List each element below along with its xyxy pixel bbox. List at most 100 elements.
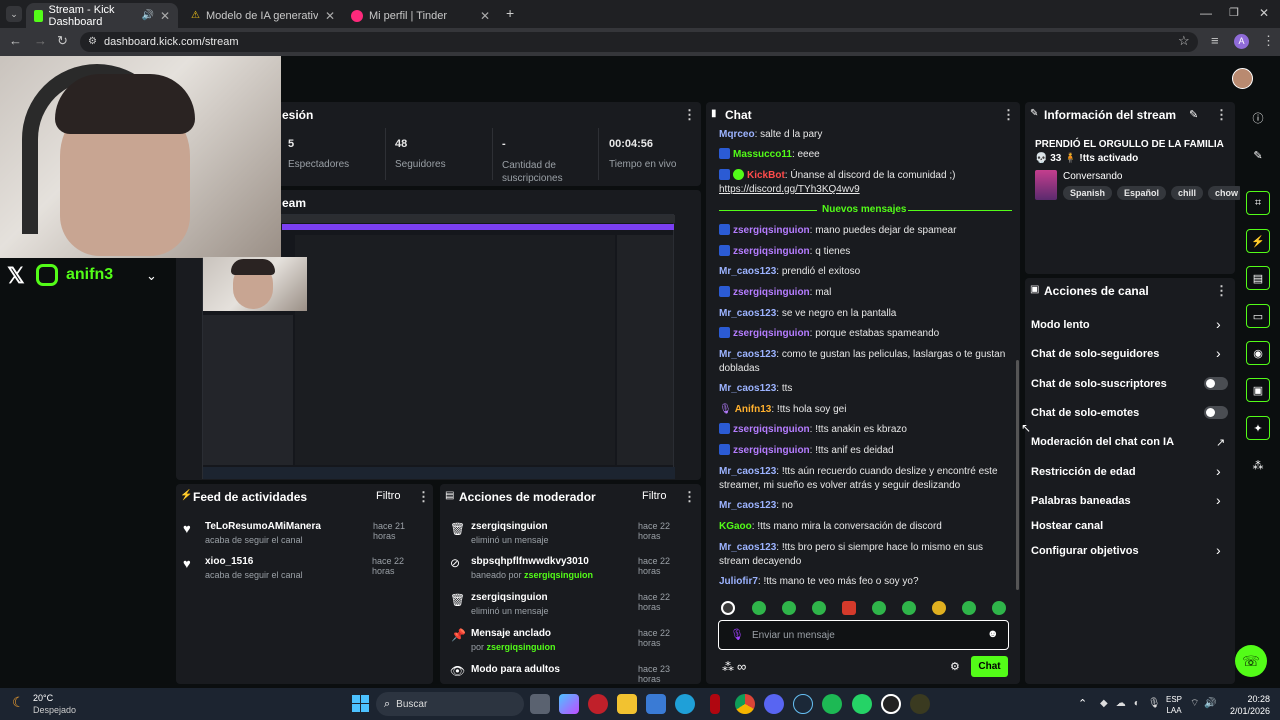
reload-icon[interactable]: ↻ [57, 33, 68, 49]
microphone-icon[interactable]: 🎙 [730, 628, 744, 641]
file-explorer-icon[interactable] [617, 694, 637, 714]
chat-link-text[interactable]: https://discord.gg/TYh3KQ4wv9 [719, 184, 860, 195]
steam-icon[interactable] [793, 694, 813, 714]
tab-tinder[interactable]: Mi perfil | Tinder ✕ [343, 3, 498, 28]
discord-icon[interactable] [764, 694, 784, 714]
menu-icon[interactable]: ⋮ [1262, 33, 1275, 49]
chevron-right-icon[interactable]: › [1216, 492, 1221, 508]
tray-chevron-icon[interactable]: ⌃ [1078, 697, 1087, 710]
action-emotes-only[interactable]: Chat de solo-emotes [1031, 407, 1139, 419]
site-info-icon[interactable]: ⚙ [88, 36, 97, 47]
new-tab-icon[interactable]: + [506, 5, 514, 21]
chat-username[interactable]: Mr_caos123 [719, 266, 776, 277]
chat-username[interactable]: Mr_caos123 [719, 542, 776, 553]
weather-icon[interactable]: ☾ [12, 694, 25, 711]
chat-username[interactable]: zsergiqsinguion [733, 328, 810, 339]
spotify-icon[interactable] [822, 694, 842, 714]
url-input[interactable]: dashboard.kick.com/stream [80, 32, 1198, 52]
whatsapp-icon[interactable] [852, 694, 872, 714]
pencil-icon[interactable]: ✎ [1246, 143, 1270, 167]
support-button[interactable]: ☏ [1235, 645, 1267, 677]
windows-start-icon[interactable] [352, 695, 369, 712]
chat-username[interactable]: Mr_caos123 [719, 383, 776, 394]
chat-username[interactable]: zsergiqsinguion [733, 445, 810, 456]
chat-username[interactable]: KickBot [747, 170, 785, 181]
edit-stream-icon[interactable]: ✎ [1189, 108, 1198, 121]
action-slow-mode[interactable]: Modo lento [1031, 319, 1090, 331]
chevron-down-icon[interactable]: ⌄ [146, 268, 157, 284]
store-icon[interactable] [646, 694, 666, 714]
emote-icon[interactable] [752, 601, 766, 615]
chat-username[interactable]: zsergiqsinguion [733, 287, 810, 298]
language-indicator[interactable]: ESP LAA [1166, 694, 1182, 716]
chevron-right-icon[interactable]: › [1216, 345, 1221, 361]
emote-icon[interactable] [872, 601, 886, 615]
bolt-icon[interactable]: ⚡ [1246, 229, 1270, 253]
chat-username[interactable]: Mr_caos123 [719, 349, 776, 360]
copilot-icon[interactable] [559, 694, 579, 714]
chat-username[interactable]: Anifn13 [735, 404, 772, 415]
forward-icon[interactable]: → [34, 33, 47, 48]
chat-menu-icon[interactable]: ⋮ [1002, 107, 1015, 123]
weather-temp[interactable]: 20°C [33, 693, 53, 703]
tab-gemini[interactable]: ⚠ Modelo de IA generativa de Se ✕ [183, 3, 343, 28]
emote-icon[interactable] [782, 601, 796, 615]
points-icon[interactable]: ⁂ [722, 660, 734, 674]
maximize-icon[interactable]: ❐ [1229, 6, 1239, 19]
stream-info-menu-icon[interactable]: ⋮ [1215, 107, 1228, 123]
emote-icon[interactable] [842, 601, 856, 615]
edge-icon[interactable] [675, 694, 695, 714]
document-icon[interactable]: ▤ [1246, 266, 1270, 290]
app-dark-icon[interactable] [910, 694, 930, 714]
action-followers-only[interactable]: Chat de solo-seguidores [1031, 348, 1159, 360]
bookmark-star-icon[interactable]: ☆ [1178, 33, 1190, 49]
mod-menu-icon[interactable]: ⋮ [683, 489, 696, 505]
scan-icon[interactable]: ⌗ [1246, 191, 1270, 215]
app-red-icon[interactable] [588, 694, 608, 714]
clock[interactable]: 20:28 2/01/2026 [1226, 693, 1270, 717]
chat-username[interactable]: Mr_caos123 [719, 500, 776, 511]
moderation-icon[interactable]: ▣ [1246, 378, 1270, 402]
close-icon[interactable]: ✕ [325, 9, 335, 23]
taskbar-search[interactable]: ⌕ Buscar [376, 692, 524, 716]
feed-filter-button[interactable]: Filtro [376, 490, 400, 502]
broadcast-icon[interactable]: ◉ [1246, 341, 1270, 365]
chrome-icon[interactable] [735, 694, 755, 714]
emote-icon[interactable] [932, 601, 946, 615]
category-label[interactable]: Conversando [1063, 171, 1122, 182]
emote-icon[interactable] [992, 601, 1006, 615]
chevron-right-icon[interactable]: › [1216, 542, 1221, 558]
chat-scrollbar[interactable] [1016, 360, 1019, 590]
tray-icons[interactable]: ◆☁◐🎙 [1100, 698, 1168, 709]
tab-kick-dashboard[interactable]: Stream - Kick Dashboard 🔊 ✕ [26, 3, 178, 28]
mod-filter-button[interactable]: Filtro [642, 490, 666, 502]
emote-icon[interactable] [962, 601, 976, 615]
chat-bubble-icon[interactable]: ▭ [1246, 304, 1270, 328]
netflix-icon[interactable] [710, 694, 720, 714]
tag-pill[interactable]: chill [1171, 186, 1204, 200]
dots-cluster-icon[interactable]: ⁂ [1246, 453, 1270, 477]
tag-pill[interactable]: Español [1117, 186, 1167, 200]
infinity-icon[interactable]: ∞ [737, 659, 746, 674]
action-banned-words[interactable]: Palabras baneadas [1031, 495, 1131, 507]
task-view-icon[interactable] [530, 694, 550, 714]
chevron-right-icon[interactable]: › [1216, 463, 1221, 479]
chat-username[interactable]: KGaoo [719, 521, 752, 532]
emote-icon[interactable] [902, 601, 916, 615]
chat-username[interactable]: Mqrceo [719, 129, 755, 140]
chat-input[interactable]: Enviar un mensaje [752, 630, 835, 641]
chat-username[interactable]: zsergiqsinguion [733, 424, 810, 435]
close-icon[interactable]: ✕ [160, 9, 170, 23]
info-icon[interactable]: ⓘ [1246, 106, 1270, 130]
chat-username[interactable]: zsergiqsinguion [733, 225, 810, 236]
tag-pill[interactable]: Spanish [1063, 186, 1113, 200]
emote-icon[interactable] [812, 601, 826, 615]
emoji-picker-icon[interactable]: ☻ [987, 628, 999, 640]
feed-menu-icon[interactable]: ⋮ [417, 489, 430, 505]
mod-action-by[interactable]: zsergiqsinguion [524, 570, 593, 580]
chat-settings-icon[interactable]: ⚙ [950, 660, 960, 673]
action-host-channel[interactable]: Hostear canal [1031, 520, 1103, 532]
chat-username[interactable]: Massucco11 [733, 149, 792, 160]
chat-username[interactable]: zsergiqsinguion [733, 246, 810, 257]
external-link-icon[interactable]: ↗ [1216, 436, 1225, 449]
